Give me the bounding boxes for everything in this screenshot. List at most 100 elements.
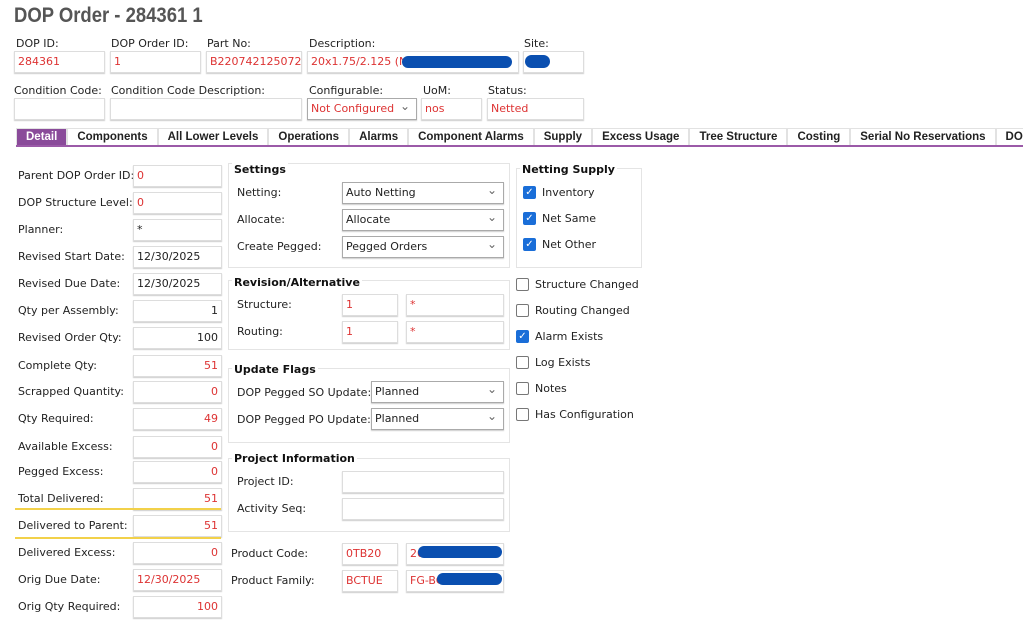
uom-field[interactable]: nos [421, 98, 482, 120]
tab-components[interactable]: Components [67, 128, 158, 145]
tab-operations[interactable]: Operations [268, 128, 350, 145]
available-excess-field[interactable]: 0 [133, 436, 222, 458]
structure-changed-checkbox[interactable]: Structure Changed [516, 278, 639, 291]
routing-alternative-field[interactable]: * [406, 321, 504, 343]
pegged-po-update-label: DOP Pegged PO Update: [237, 413, 371, 426]
parent-dop-order-id-field[interactable]: 0 [133, 165, 222, 187]
complete-qty-label: Complete Qty: [18, 359, 97, 372]
tab-bar: Detail Components All Lower Levels Operatio… [16, 128, 1023, 147]
dop-order-id-field[interactable]: 1 [110, 51, 201, 73]
dop-order-id-label: DOP Order ID: [111, 37, 189, 50]
redaction-mark [437, 573, 502, 585]
redaction-mark [402, 56, 512, 68]
delivered-to-parent-label: Delivered to Parent: [18, 519, 128, 532]
structure-alternative-field[interactable]: * [406, 294, 504, 316]
tab-costing[interactable]: Costing [787, 128, 851, 145]
checkmark-icon[interactable]: ✓ [516, 330, 529, 343]
scrapped-quantity-field[interactable]: 0 [133, 381, 222, 403]
allocate-select[interactable]: Allocate [342, 209, 504, 231]
alarm-exists-checkbox[interactable]: ✓ Alarm Exists [516, 330, 603, 343]
routing-revision-field[interactable]: 1 [342, 321, 398, 343]
site-label: Site: [524, 37, 549, 50]
tab-all-lower-levels[interactable]: All Lower Levels [157, 128, 269, 145]
create-pegged-select[interactable]: Pegged Orders [342, 236, 504, 258]
checkbox-empty-icon[interactable] [516, 278, 529, 291]
part-no-field[interactable]: B22074212507201 [206, 51, 302, 73]
log-exists-checkbox[interactable]: Log Exists [516, 356, 590, 369]
pegged-po-update-select[interactable]: Planned [371, 408, 504, 430]
netting-label: Netting: [237, 186, 282, 199]
highlight-underline [15, 537, 221, 539]
checkmark-icon[interactable]: ✓ [523, 238, 536, 251]
revised-start-date-label: Revised Start Date: [18, 250, 125, 263]
product-family-field[interactable]: BCTUE [342, 570, 398, 592]
checkbox-empty-icon[interactable] [516, 304, 529, 317]
condition-code-field[interactable] [14, 98, 105, 120]
notes-checkbox[interactable]: Notes [516, 382, 567, 395]
qty-required-field[interactable]: 49 [133, 408, 222, 430]
status-field[interactable]: Netted [487, 98, 584, 120]
description-label: Description: [309, 37, 376, 50]
project-information-group [228, 458, 510, 532]
complete-qty-field[interactable]: 51 [133, 355, 222, 377]
routing-changed-checkbox[interactable]: Routing Changed [516, 304, 630, 317]
revised-order-qty-field[interactable]: 100 [133, 327, 222, 349]
available-excess-label: Available Excess: [18, 440, 113, 453]
checkmark-icon[interactable]: ✓ [523, 186, 536, 199]
delivered-excess-field[interactable]: 0 [133, 542, 222, 564]
tab-serial-no-reservations[interactable]: Serial No Reservations [850, 128, 996, 145]
tab-alarms[interactable]: Alarms [349, 128, 409, 145]
project-id-field[interactable] [342, 471, 504, 493]
tab-supply[interactable]: Supply [533, 128, 593, 145]
delivered-to-parent-field[interactable]: 51 [133, 515, 222, 537]
has-configuration-checkbox[interactable]: Has Configuration [516, 408, 634, 421]
net-other-checkbox[interactable]: ✓ Net Other [523, 238, 596, 251]
orig-qty-required-field[interactable]: 100 [133, 596, 222, 618]
product-code-field[interactable]: 0TB20 [342, 543, 398, 565]
checkmark-icon[interactable]: ✓ [523, 212, 536, 225]
structure-revision-field[interactable]: 1 [342, 294, 398, 316]
checkbox-empty-icon[interactable] [516, 382, 529, 395]
tab-excess-usage[interactable]: Excess Usage [592, 128, 690, 145]
orig-qty-required-label: Orig Qty Required: [18, 600, 121, 613]
dop-id-field[interactable]: 284361 [14, 51, 105, 73]
configurable-select[interactable]: Not Configured [307, 98, 417, 120]
netting-supply-title: Netting Supply [520, 163, 617, 176]
condition-code-description-field[interactable] [110, 98, 302, 120]
pegged-so-update-select[interactable]: Planned [371, 381, 504, 403]
orig-due-date-field[interactable]: 12/30/2025 [133, 569, 222, 591]
revision-title: Revision/Alternative [232, 276, 362, 289]
routing-label: Routing: [237, 325, 283, 338]
revised-order-qty-label: Revised Order Qty: [18, 331, 122, 344]
activity-seq-label: Activity Seq: [237, 502, 307, 515]
tab-component-alarms[interactable]: Component Alarms [408, 128, 534, 145]
revised-due-date-field[interactable]: 12/30/2025 [133, 273, 222, 295]
delivered-excess-label: Delivered Excess: [18, 546, 116, 559]
project-id-label: Project ID: [237, 475, 294, 488]
tab-dop-log[interactable]: DOP Log [995, 128, 1023, 145]
inventory-checkbox[interactable]: ✓ Inventory [523, 186, 595, 199]
pegged-excess-field[interactable]: 0 [133, 461, 222, 483]
tab-tree-structure[interactable]: Tree Structure [689, 128, 788, 145]
settings-title: Settings [232, 163, 288, 176]
part-no-label: Part No: [207, 37, 251, 50]
tab-detail[interactable]: Detail [16, 128, 68, 145]
planner-field[interactable]: * [133, 219, 222, 241]
net-same-checkbox[interactable]: ✓ Net Same [523, 212, 596, 225]
pegged-excess-label: Pegged Excess: [18, 465, 104, 478]
checkbox-empty-icon[interactable] [516, 408, 529, 421]
netting-select[interactable]: Auto Netting [342, 182, 504, 204]
checkbox-label: Notes [535, 382, 567, 395]
orig-due-date-label: Orig Due Date: [18, 573, 101, 586]
total-delivered-field[interactable]: 51 [133, 488, 222, 510]
dop-structure-level-field[interactable]: 0 [133, 192, 222, 214]
qty-per-assembly-field[interactable]: 1 [133, 300, 222, 322]
scrapped-quantity-label: Scrapped Quantity: [18, 385, 124, 398]
configurable-label: Configurable: [309, 84, 384, 97]
activity-seq-field[interactable] [342, 498, 504, 520]
create-pegged-label: Create Pegged: [237, 240, 322, 253]
checkbox-label: Alarm Exists [535, 330, 604, 343]
checkbox-empty-icon[interactable] [516, 356, 529, 369]
revised-start-date-field[interactable]: 12/30/2025 [133, 246, 222, 268]
uom-label: UoM: [423, 84, 451, 97]
